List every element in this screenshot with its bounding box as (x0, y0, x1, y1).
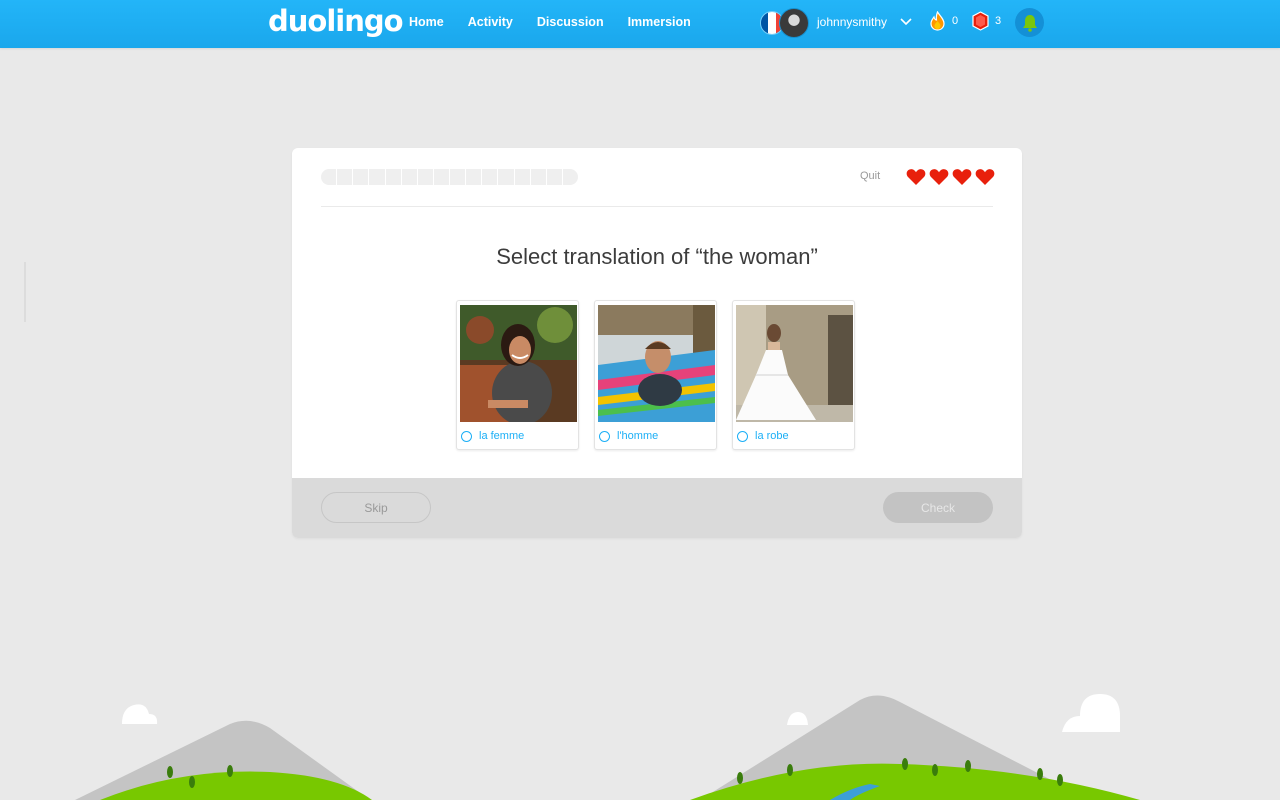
quit-link[interactable]: Quit (860, 170, 880, 182)
check-button[interactable]: Check (883, 492, 993, 523)
river (830, 784, 880, 800)
progress-segment (321, 169, 338, 185)
progress-segment (369, 169, 386, 185)
answer-choices: la femme l'homme la robe (456, 300, 870, 450)
choice-card-l-homme[interactable]: l'homme (594, 300, 717, 450)
choice-card-la-robe[interactable]: la robe (732, 300, 855, 450)
progress-segment (386, 169, 402, 185)
radio-button[interactable] (461, 430, 472, 442)
nav-activity[interactable]: Activity (468, 15, 513, 29)
main-nav: Home Activity Discussion Immersion (409, 15, 715, 29)
choice-text: la femme (479, 430, 525, 442)
progress-segment (482, 169, 499, 185)
mountain-left (75, 720, 370, 800)
progress-segment (353, 169, 370, 185)
heart-icon (906, 169, 926, 185)
nav-immersion[interactable]: Immersion (628, 15, 691, 29)
progress-segment (418, 169, 434, 185)
hill-left (100, 771, 372, 800)
cloud-icon (1062, 694, 1120, 732)
hill-right (690, 763, 1140, 800)
photo-smiling-woman (460, 305, 577, 422)
header-divider (321, 206, 993, 207)
top-navigation-bar: duolingo Home Activity Discussion Immers… (0, 0, 1280, 48)
flame-icon (930, 11, 945, 31)
chevron-down-icon[interactable] (898, 13, 914, 29)
lesson-card: Quit Select translation of “the woman” l… (292, 148, 1022, 538)
lingot-gem-icon (972, 11, 989, 31)
radio-button[interactable] (599, 430, 610, 442)
choice-card-la-femme[interactable]: la femme (456, 300, 579, 450)
radio-button[interactable] (737, 430, 748, 442)
lingot-count: 3 (995, 15, 1002, 27)
lingot-counter[interactable]: 3 (972, 11, 1001, 31)
progress-segment (402, 169, 418, 185)
choice-text: l'homme (617, 430, 659, 442)
progress-segment (337, 169, 354, 185)
progress-segment (547, 169, 563, 185)
username[interactable]: johnnysmithy (817, 15, 887, 29)
heart-icon (929, 169, 949, 185)
hearts-remaining (906, 168, 998, 186)
duolingo-logo[interactable]: duolingo (268, 4, 404, 38)
streak-count: 0 (952, 15, 959, 27)
heart-icon (975, 169, 995, 185)
choice-label: la femme (461, 430, 524, 442)
choice-label: la robe (737, 430, 789, 442)
bell-icon (1022, 14, 1037, 32)
photo-man-in-hammock (598, 305, 715, 422)
mountain-right (700, 695, 1090, 800)
progress-segment (466, 169, 483, 185)
page-edge-shadow (24, 262, 26, 322)
question-prompt: Select translation of “the woman” (496, 244, 818, 269)
flag-stripe-white (768, 12, 776, 34)
lesson-progress-bar (321, 169, 578, 185)
flag-stripe-blue (761, 12, 769, 34)
lesson-footer: Skip Check (292, 478, 1022, 538)
nav-home[interactable]: Home (409, 15, 444, 29)
skip-button[interactable]: Skip (321, 492, 431, 523)
progress-segment (498, 169, 515, 185)
trees (167, 758, 1063, 788)
heart-icon (952, 169, 972, 185)
cloud-icon (787, 712, 808, 725)
nav-discussion[interactable]: Discussion (537, 15, 604, 29)
progress-segment (434, 169, 450, 185)
notifications-button[interactable] (1015, 8, 1044, 37)
progress-segment (531, 169, 547, 185)
progress-segment (515, 169, 531, 185)
progress-segment (450, 169, 467, 185)
cloud-icon (122, 704, 158, 724)
photo-wedding-dress (736, 305, 853, 422)
choice-text: la robe (755, 430, 789, 442)
choice-label: l'homme (599, 430, 658, 442)
progress-segment (563, 169, 578, 185)
user-avatar[interactable] (779, 8, 809, 38)
streak-counter[interactable]: 0 (929, 11, 958, 31)
